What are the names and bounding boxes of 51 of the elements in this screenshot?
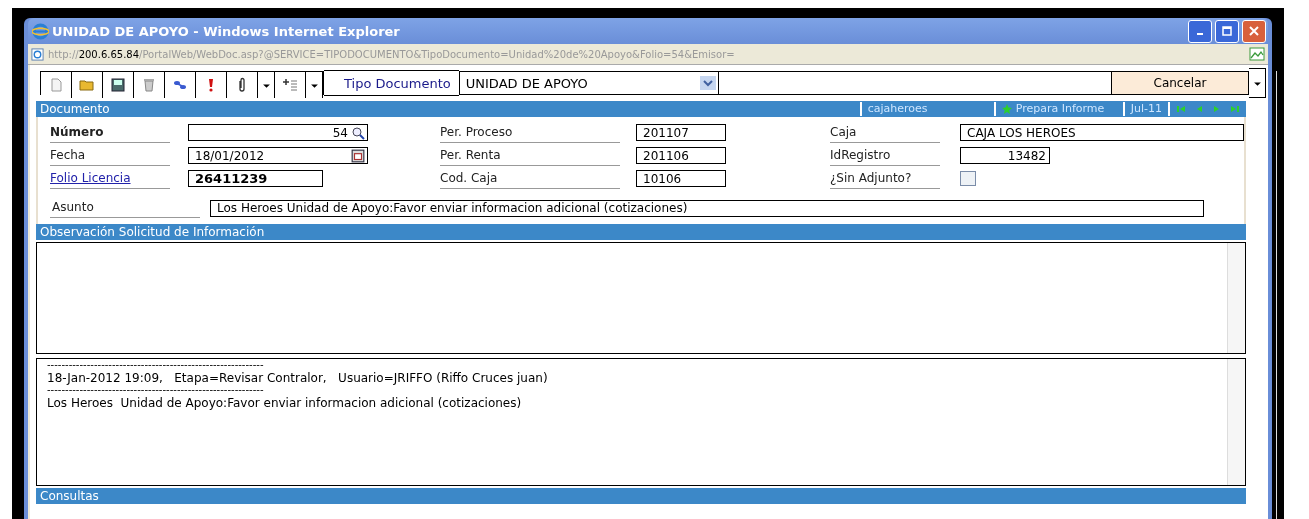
input-field[interactable]: 201107 (636, 124, 726, 141)
input-field[interactable]: CAJA LOS HEROES (960, 124, 1244, 141)
trash-icon[interactable] (141, 77, 157, 93)
period-label: Jul-11 (1122, 102, 1168, 116)
folder-icon[interactable] (79, 77, 95, 93)
input-field[interactable]: 13482 (960, 147, 1050, 164)
field-label: Número (50, 122, 170, 143)
field-label: ¿Sin Adjunto? (830, 168, 940, 189)
input-field[interactable]: 10106 (636, 170, 726, 187)
input-field[interactable]: 201106 (636, 147, 726, 164)
search-icon[interactable] (351, 125, 365, 140)
document-type-label: Tipo Documento (324, 70, 459, 96)
cancel-button[interactable]: Cancelar (1112, 71, 1249, 95)
folio-field[interactable]: 26411239 (188, 170, 323, 187)
field-label: Asunto (50, 198, 200, 218)
browser-logo-icon (32, 22, 49, 40)
field-label: Fecha (50, 145, 170, 166)
save-icon[interactable] (110, 77, 126, 93)
field-label: IdRegistro (830, 145, 940, 166)
field-label: Per. Renta (440, 145, 620, 166)
field-label: Per. Proceso (440, 122, 620, 143)
log-line: ------------------------------------------------------------ (47, 361, 265, 371)
picture-icon[interactable] (1249, 46, 1265, 62)
page-scrollbar[interactable] (1276, 71, 1277, 519)
dropdown-icon[interactable] (699, 76, 716, 90)
close-icon[interactable] (1249, 26, 1259, 36)
date-field[interactable]: 18/01/2012 (188, 147, 368, 164)
document-type-select[interactable]: UNIDAD DE APOYO (458, 71, 719, 95)
scrollbar[interactable] (1227, 359, 1245, 485)
field-label: Cod. Caja (440, 168, 620, 189)
maximize-icon[interactable] (1222, 26, 1232, 36)
checkbox[interactable] (960, 171, 976, 186)
user-name: cajaheroes (859, 102, 994, 116)
log-line: Los Heroes Unidad de Apoyo:Favor enviar informacion adicional (cotizaciones) (47, 396, 523, 411)
input-field[interactable] (718, 71, 1112, 95)
page-icon (31, 47, 44, 61)
text-area[interactable] (36, 358, 1246, 486)
add-list-icon[interactable] (282, 77, 298, 93)
field-link[interactable]: Folio Licencia (50, 168, 170, 189)
window-title: UNIDAD DE APOYO - Windows Internet Explorer (52, 23, 401, 39)
subject-field[interactable]: Los Heroes Unidad de Apoyo:Favor enviar informacion adicional (cotizaciones) (210, 199, 1204, 217)
number-field[interactable]: 54 (188, 124, 368, 141)
section-title: Documento (39, 102, 111, 116)
section-title: Observación Solicitud de Información (39, 225, 266, 239)
scrollbar[interactable] (1227, 243, 1245, 353)
section-title: Consultas (39, 489, 100, 503)
star-icon (1001, 104, 1012, 114)
log-line: ------------------------------------------------------------ (47, 386, 265, 396)
field-label: Caja (830, 122, 940, 143)
calendar-icon[interactable] (351, 148, 365, 163)
log-line: 18-Jan-2012 19:09, Etapa=Revisar Contralor, Usuario=JRIFFO (Riffo Cruces juan) (47, 371, 549, 386)
